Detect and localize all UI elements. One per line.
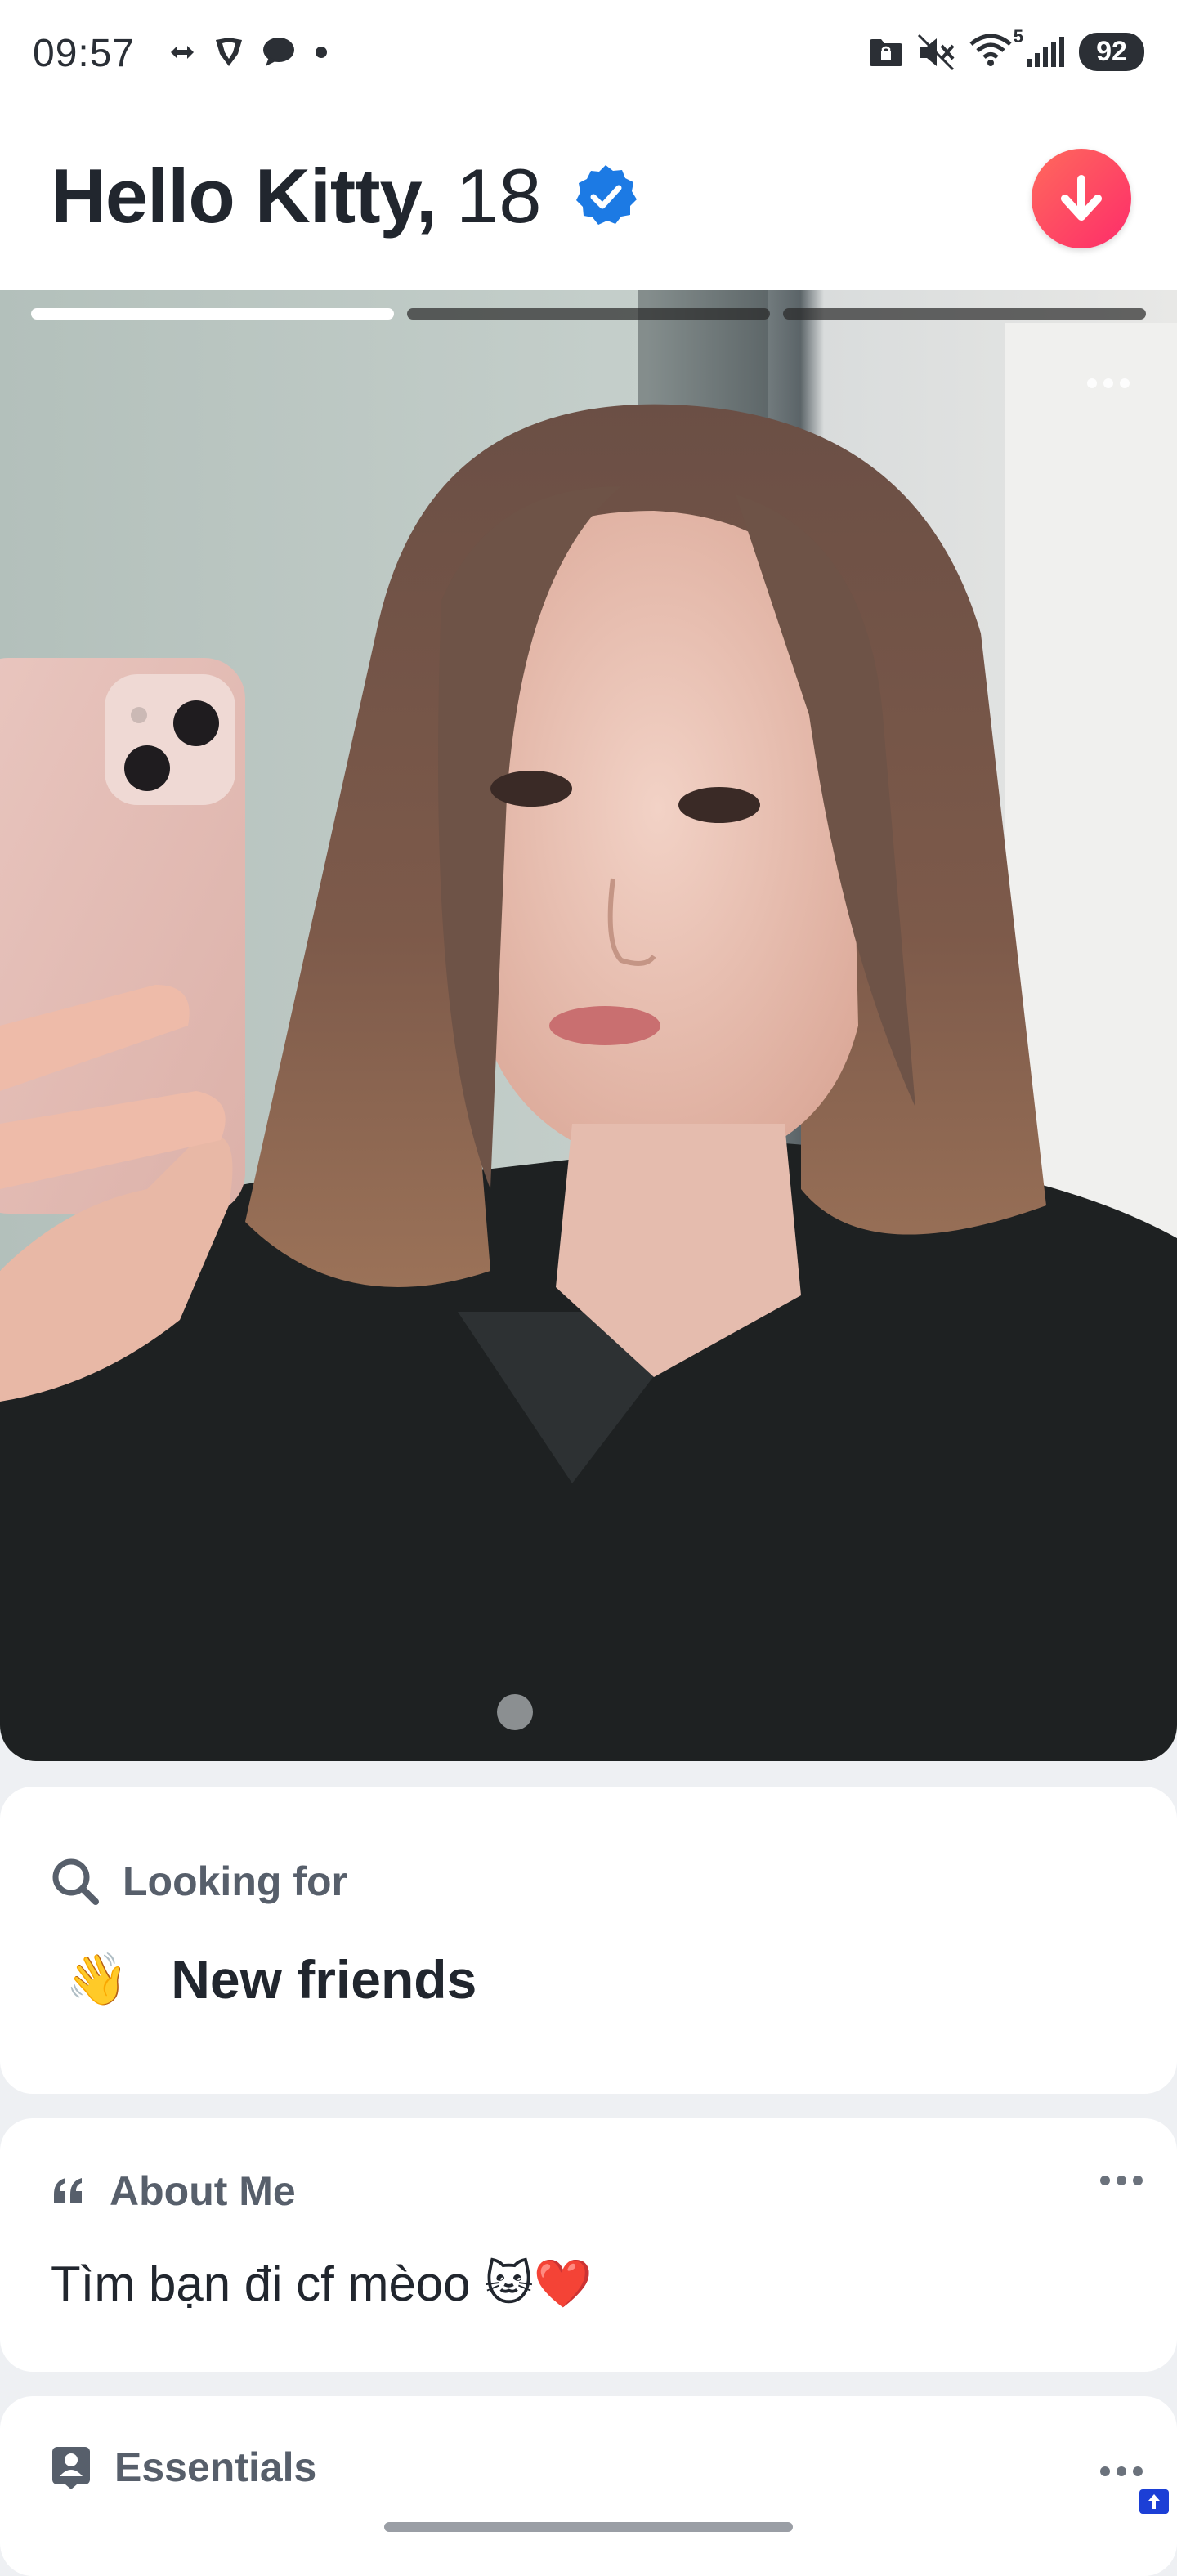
status-time: 09:57 xyxy=(33,32,136,75)
shield-icon xyxy=(216,38,242,66)
about-me-card: About Me Tìm bạn đi cf mèoo 🐱❤️ xyxy=(0,2118,1177,2372)
chat-icon xyxy=(263,38,294,66)
photo-progress-segment[interactable] xyxy=(31,308,394,320)
essentials-card: Essentials xyxy=(0,2396,1177,2576)
upload-badge-icon xyxy=(1139,2489,1169,2514)
quote-icon xyxy=(54,2178,82,2203)
wifi-icon xyxy=(969,34,1012,66)
looking-for-label: Looking for xyxy=(123,1858,347,1904)
battery-indicator: 92 xyxy=(1079,33,1144,71)
profile-header: Hello Kitty, 18 xyxy=(0,106,1177,290)
collapse-profile-button[interactable] xyxy=(1032,149,1131,248)
status-right-icons: 5 92 xyxy=(868,26,1144,71)
cat-heart-emoji-icon: 🐱❤️ xyxy=(484,2257,593,2310)
looking-for-card: Looking for 👋 New friends xyxy=(0,1787,1177,2094)
essentials-label: Essentials xyxy=(114,2444,317,2490)
photo-progress-segment[interactable] xyxy=(783,308,1146,320)
mute-icon xyxy=(917,34,955,70)
signal-icon xyxy=(1027,36,1064,67)
status-left-icons xyxy=(168,36,329,69)
looking-for-value: New friends xyxy=(171,1949,477,2010)
more-options-icon[interactable] xyxy=(1099,2465,1144,2478)
wifi-badge: 5 xyxy=(1013,26,1023,47)
transfer-icon xyxy=(171,46,194,59)
name-row: Hello Kitty, 18 xyxy=(51,152,638,240)
profile-age: 18 xyxy=(455,153,542,239)
about-me-heading: About Me xyxy=(51,2167,296,2215)
dot-icon xyxy=(316,47,327,58)
profile-photo-image xyxy=(0,290,1177,1761)
waving-hand-icon: 👋 xyxy=(65,1951,129,2008)
about-me-text: Tìm bạn đi cf mèoo xyxy=(51,2256,485,2311)
essentials-heading: Essentials xyxy=(51,2444,316,2491)
more-options-icon[interactable] xyxy=(1085,377,1131,390)
status-bar: 09:57 5 92 xyxy=(0,0,1177,106)
profile-name: Hello Kitty, xyxy=(51,153,437,239)
verified-badge-icon xyxy=(575,165,637,225)
looking-for-heading: Looking for xyxy=(51,1857,347,1906)
home-indicator[interactable] xyxy=(384,2522,793,2532)
looking-for-value-row: 👋 New friends xyxy=(65,1948,477,2010)
about-me-label: About Me xyxy=(110,2168,296,2214)
wifi-indicator: 5 xyxy=(969,26,1023,71)
arrow-down-icon xyxy=(1061,175,1102,221)
more-options-icon[interactable] xyxy=(1099,2174,1144,2187)
about-me-text-row: Tìm bạn đi cf mèoo 🐱❤️ xyxy=(51,2256,593,2312)
search-icon xyxy=(52,1858,99,1905)
photo-progress-indicator xyxy=(31,308,1146,320)
photo-progress-segment[interactable] xyxy=(407,308,770,320)
profile-photo[interactable] xyxy=(0,290,1177,1761)
profile-card-icon xyxy=(52,2447,90,2489)
lock-folder-icon xyxy=(870,38,902,66)
